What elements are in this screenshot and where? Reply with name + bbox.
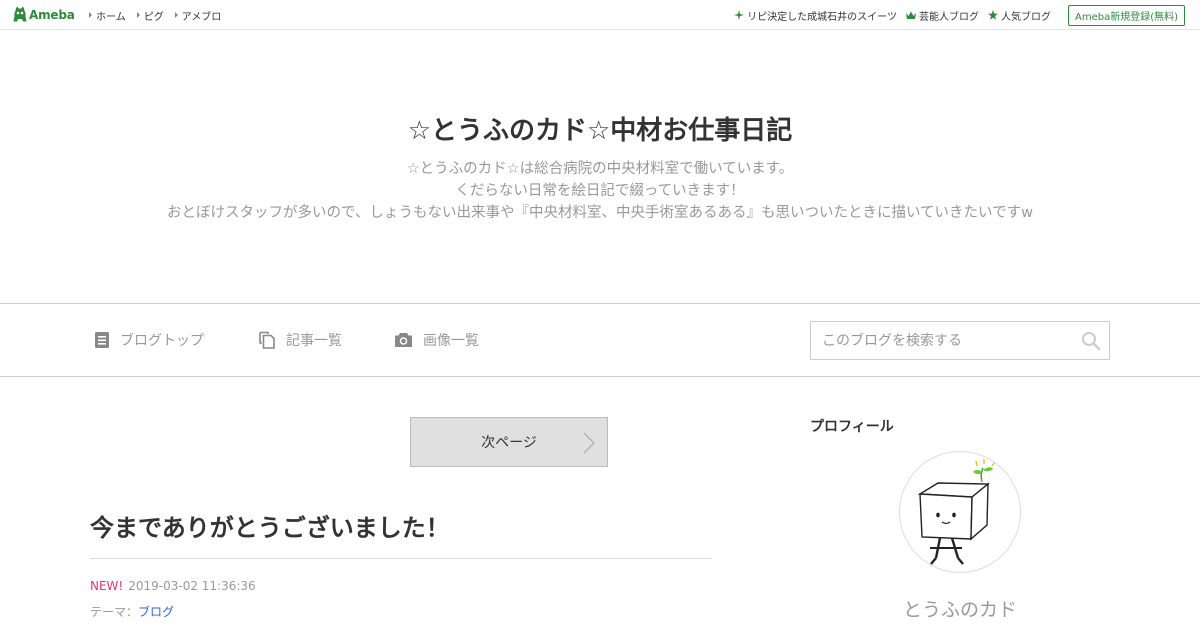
triangle-right-icon [136,12,140,18]
star-icon [987,10,998,20]
global-nav: ホーム ピグ アメブロ [89,0,232,30]
link-popular-blog[interactable]: 人気ブログ [987,8,1051,23]
entry-title[interactable]: 今までありがとうございました！ [90,508,450,543]
link-seijoishii-sweets[interactable]: リピ決定した成城石井のスイーツ [734,8,897,23]
register-button[interactable]: Ameba新規登録(無料) [1067,4,1185,26]
entry-divider [90,558,711,559]
nav-blog-top[interactable]: ブログトップ [94,330,204,350]
blog-search [810,321,1110,360]
nav-home-label: ホーム [96,11,126,23]
nav-pigg[interactable]: ピグ [136,8,164,23]
link-celebrity-label: 芸能人ブログ [918,11,979,23]
nav-blog-top-label: ブログトップ [120,333,204,349]
entry-meta: NEW! 2019-03-02 11:36:36 [90,579,256,593]
blog-description-line: ☆とうふのカド☆は総合病院の中央材料室で働いています。 [406,161,794,177]
tofu-avatar-image [917,459,996,565]
entry-datetime: 2019-03-02 11:36:36 [128,579,256,593]
blog-navbar: ブログトップ 記事一覧 画像一覧 [0,303,1200,377]
entry-theme-label: テーマ： [90,605,139,619]
search-icon[interactable] [1081,331,1101,351]
nav-home[interactable]: ホーム [89,8,126,23]
blog-description-line: くだらない日常を絵日記で綴っていきます！ [455,183,745,199]
camera-icon [395,333,412,347]
triangle-right-icon [89,12,92,18]
blog-title[interactable]: ☆とうふのカド☆中材お仕事日記 [0,110,1200,147]
avatar[interactable] [899,451,1021,573]
link-popular-label: 人気ブログ [1000,11,1051,23]
global-header: Ameba ホーム ピグ アメブロ リピ決定した成城石井のスイーツ 芸能人ブログ… [0,0,1200,30]
link-celebrity-blog[interactable]: 芸能人ブログ [905,8,979,23]
copy-icon [259,331,275,349]
chevron-right-icon [583,432,595,454]
nav-ameblo-label: アメブロ [181,11,222,23]
nav-ameblo[interactable]: アメブロ [174,8,222,23]
entry-theme: テーマ：ブログ [90,603,174,620]
blog-description: ☆とうふのカド☆は総合病院の中央材料室で働いています。 くだらない日常を絵日記で… [0,158,1200,224]
nav-image-list[interactable]: 画像一覧 [394,330,479,350]
sparkle-icon [734,10,745,20]
new-badge: NEW! [90,579,124,593]
next-page-button[interactable]: 次ページ [410,417,608,467]
crown-icon [905,11,916,19]
triangle-right-icon [174,12,178,18]
profile-heading: プロフィール [810,419,894,435]
ameba-logo[interactable]: Ameba [13,6,75,23]
link-seijoishii-label: リピ決定した成城石井のスイーツ [747,11,897,23]
nav-pigg-label: ピグ [143,11,164,23]
nav-image-list-label: 画像一覧 [423,333,479,349]
header-right-links: リピ決定した成城石井のスイーツ 芸能人ブログ 人気ブログ Ameba新規登録(無… [725,0,1185,30]
blog-search-input[interactable] [811,322,1071,359]
entry-theme-link[interactable]: ブログ [138,605,174,619]
next-page-label: 次ページ [481,435,537,451]
document-icon [95,332,109,348]
profile-name[interactable]: とうふのカド [810,595,1110,622]
ameba-logo-icon [13,6,27,22]
nav-entry-list-label: 記事一覧 [286,333,342,349]
blog-description-line: おとぼけスタッフが多いので、しょうもない出来事や『中央材料室、中央手術室あるある… [167,205,1033,221]
logo-text: Ameba [29,7,75,22]
nav-entry-list[interactable]: 記事一覧 [258,330,342,350]
